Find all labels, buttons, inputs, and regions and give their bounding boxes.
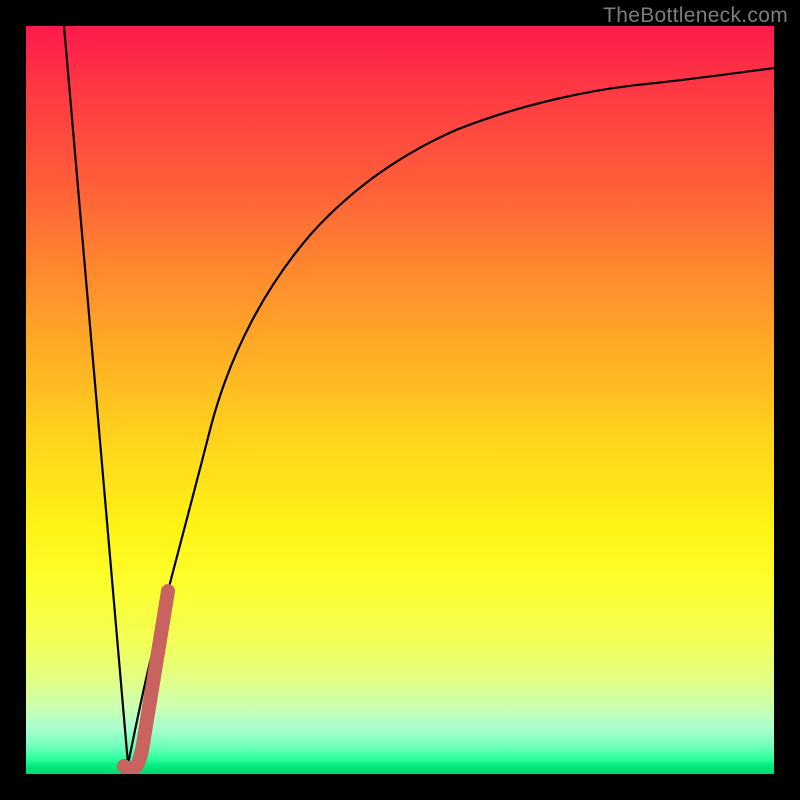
watermark-text: TheBottleneck.com [603, 4, 788, 28]
chart-frame: TheBottleneck.com [0, 0, 800, 800]
ascending-log-curve [128, 68, 774, 764]
descending-left-line [64, 26, 128, 764]
chart-curves-svg [26, 26, 774, 774]
plot-area [26, 26, 774, 774]
